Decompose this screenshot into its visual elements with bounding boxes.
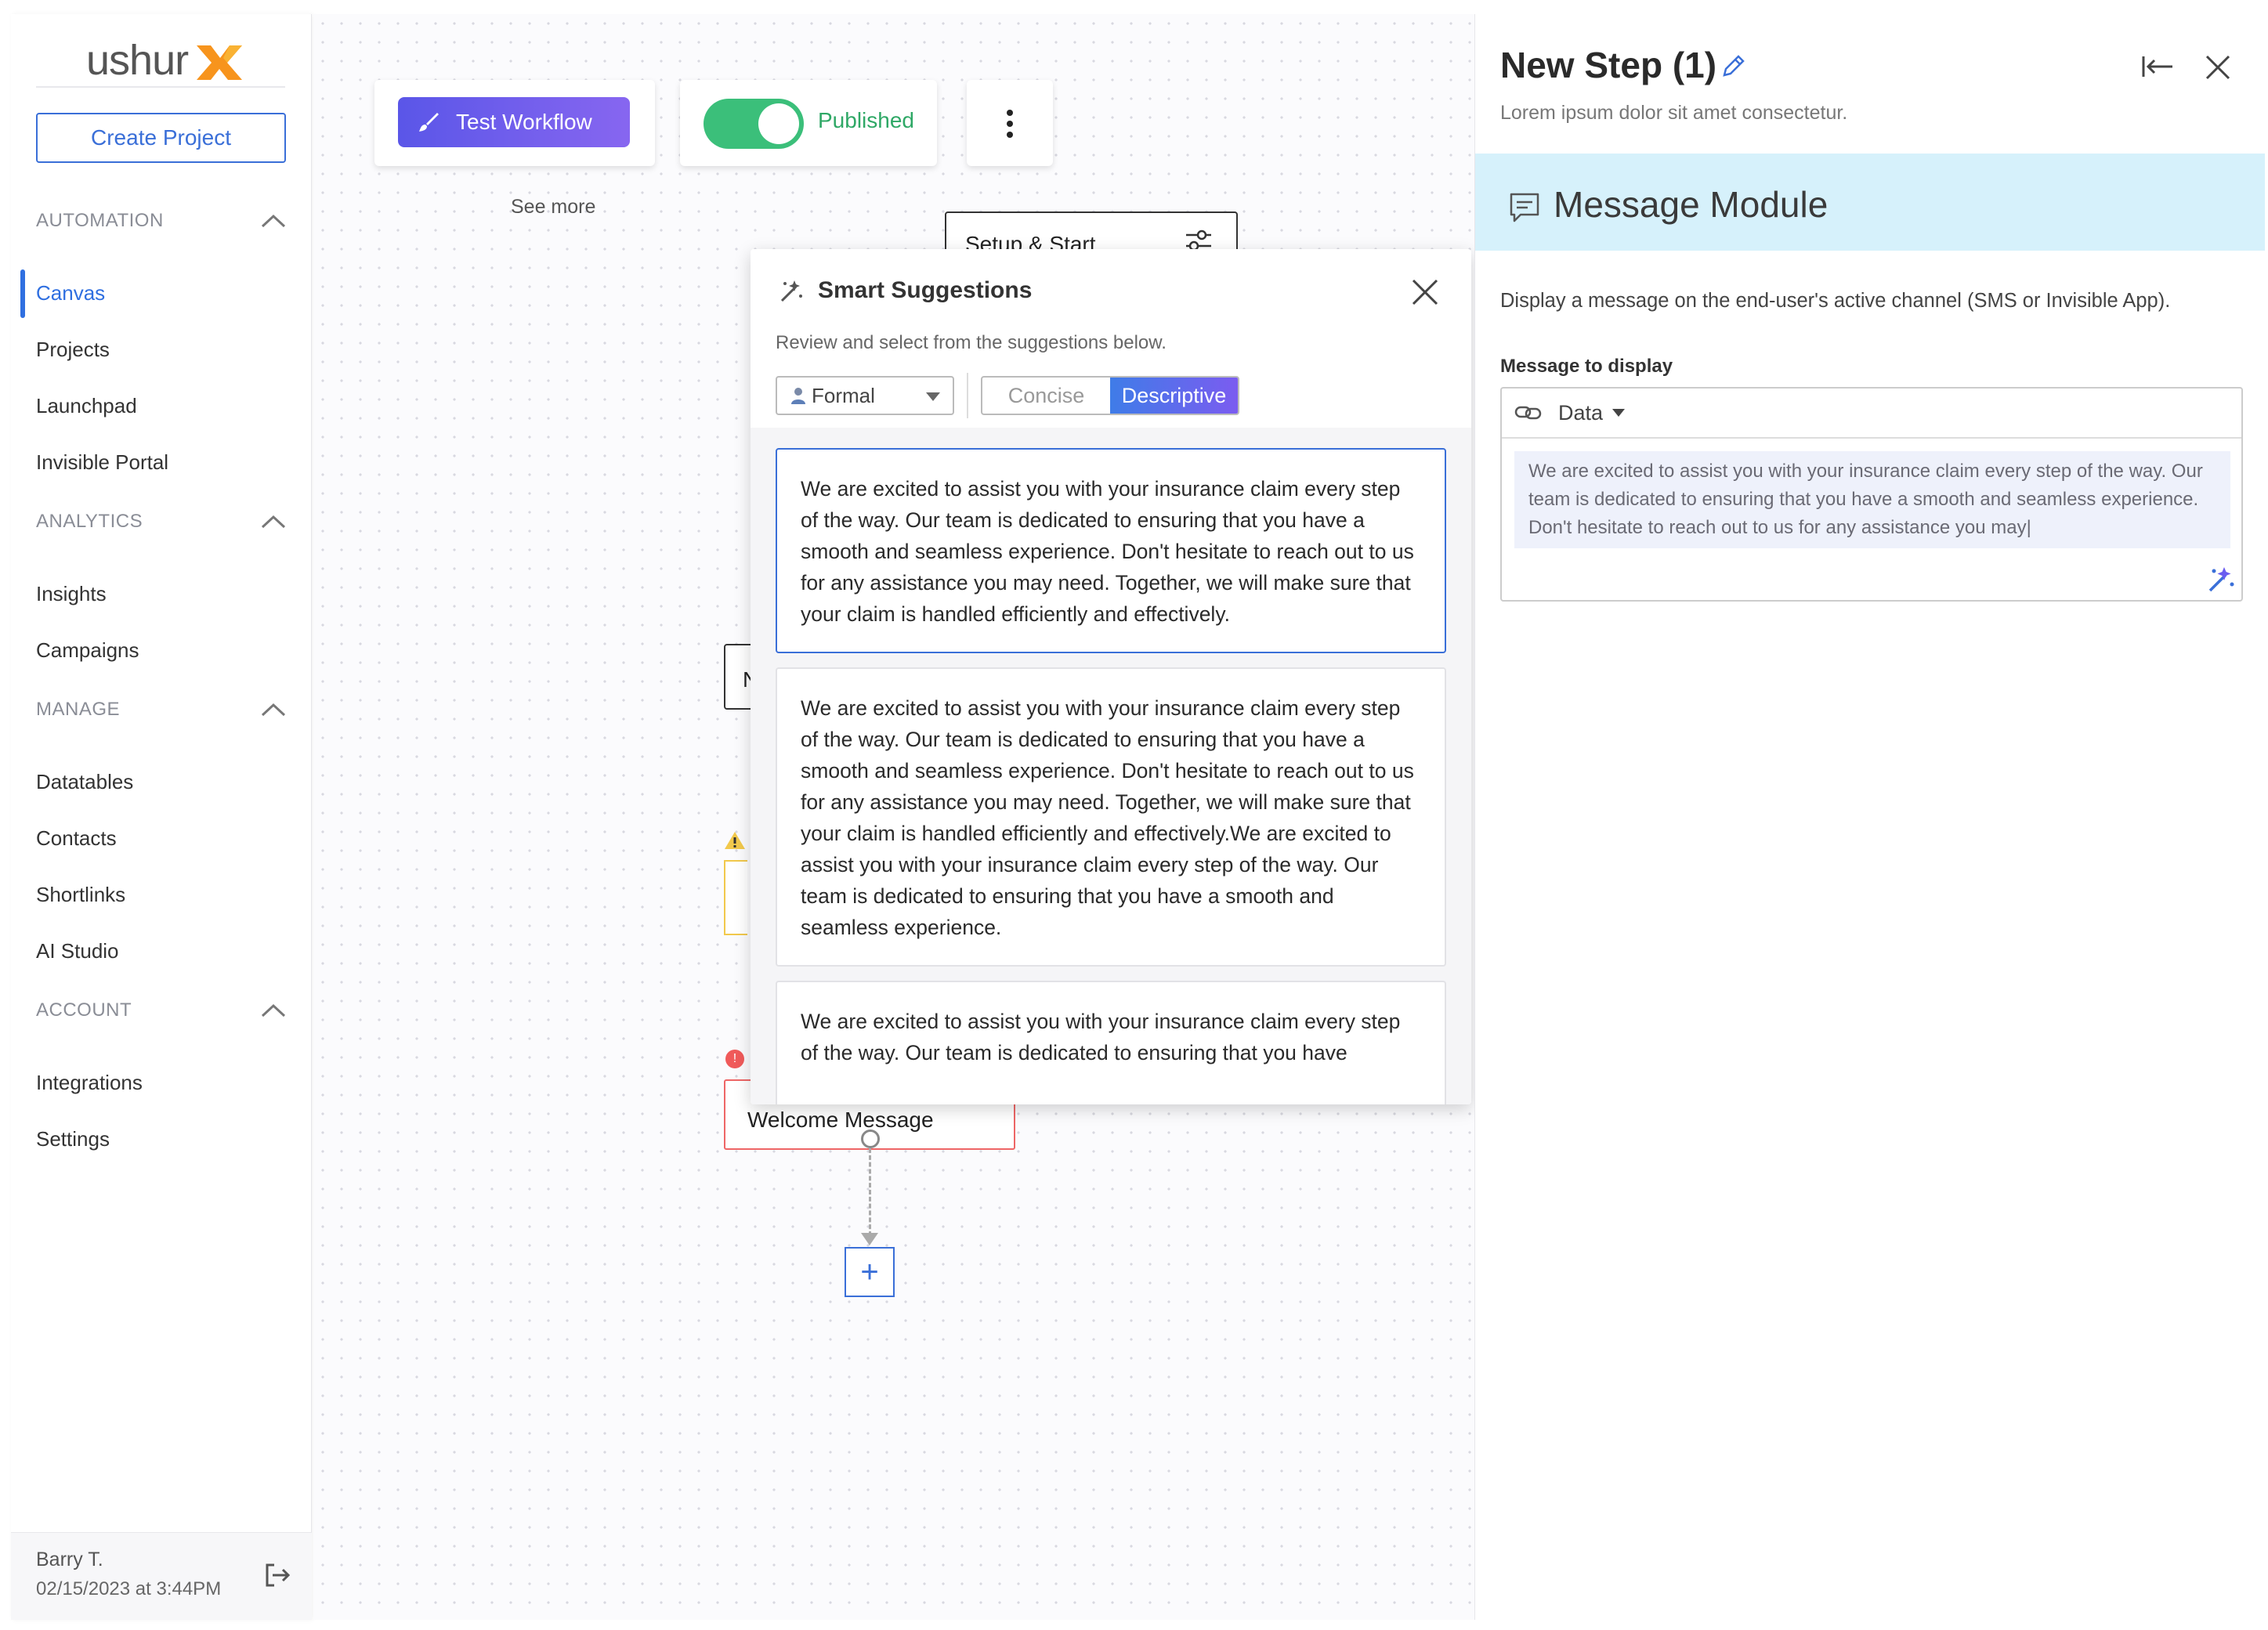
connector-line — [869, 1148, 871, 1236]
caret-down-icon — [1612, 409, 1626, 417]
warning-node[interactable] — [724, 860, 747, 935]
tone-select-value: Formal — [812, 383, 875, 407]
chevron-up-icon[interactable] — [260, 514, 287, 529]
sidebar-item-invisible-portal[interactable]: Invisible Portal — [36, 445, 295, 479]
test-workflow-card: Test Workflow — [374, 80, 655, 166]
close-icon[interactable] — [2204, 53, 2232, 81]
logout-icon[interactable] — [263, 1561, 291, 1589]
link-icon — [1514, 406, 1542, 420]
workflow-canvas[interactable]: Test Workflow Published See more Setup &… — [313, 14, 1474, 1620]
message-icon — [1510, 193, 1539, 222]
length-toggle: Concise Descriptive — [981, 376, 1239, 415]
toggle-knob — [758, 103, 799, 144]
smart-suggestions-subtitle: Review and select from the suggestions b… — [776, 332, 1167, 353]
sidebar-item-campaigns[interactable]: Campaigns — [36, 633, 295, 667]
logo-divider — [36, 86, 285, 88]
test-workflow-button[interactable]: Test Workflow — [398, 97, 630, 147]
magic-wand-icon[interactable] — [2207, 564, 2237, 594]
data-dropdown[interactable]: Data — [1558, 400, 1626, 425]
step-properties-panel: New Step (1) Lorem ipsum dolor sit amet … — [1474, 14, 2265, 1620]
suggestion-card[interactable]: We are excited to assist you with your i… — [776, 981, 1446, 1104]
connector-handle[interactable] — [861, 1129, 880, 1148]
collapse-panel-icon[interactable] — [2141, 53, 2174, 80]
more-options-card — [967, 80, 1053, 166]
brush-icon — [419, 113, 439, 132]
test-workflow-label: Test Workflow — [456, 110, 592, 134]
person-icon — [791, 388, 805, 404]
pencil-icon[interactable] — [1720, 53, 1746, 80]
data-dropdown-label: Data — [1558, 400, 1604, 425]
user-name: Barry T. — [36, 1549, 103, 1570]
sidebar-item-settings[interactable]: Settings — [36, 1122, 295, 1156]
module-header: Message Module — [1475, 154, 2265, 251]
module-info: Display a message on the end-user's acti… — [1500, 290, 2171, 312]
message-editor-toolbar: Data — [1502, 389, 2241, 439]
section-manage-header[interactable]: MANAGE — [36, 694, 287, 725]
section-title: ACCOUNT — [36, 999, 132, 1021]
section-title: ANALYTICS — [36, 511, 143, 532]
publish-card: Published — [680, 80, 937, 166]
ushur-logo: ushur — [86, 36, 282, 91]
section-title: MANAGE — [36, 699, 121, 720]
sidebar-item-contacts[interactable]: Contacts — [36, 821, 295, 855]
active-indicator — [20, 269, 25, 318]
create-project-button[interactable]: Create Project — [36, 113, 286, 163]
sidebar-item-ai-studio[interactable]: AI Studio — [36, 934, 295, 968]
chevron-up-icon[interactable] — [260, 702, 287, 717]
user-timestamp: 02/15/2023 at 3:44PM — [36, 1578, 222, 1599]
message-textarea[interactable]: We are excited to assist you with your i… — [1514, 451, 2230, 548]
sidebar: ushur Create Project AUTOMATION Canvas P… — [11, 14, 312, 1620]
logo-x-mark — [197, 45, 242, 80]
chevron-up-icon[interactable] — [260, 1003, 287, 1018]
concise-option[interactable]: Concise — [982, 378, 1110, 414]
sidebar-item-projects[interactable]: Projects — [36, 332, 295, 367]
sidebar-item-shortlinks[interactable]: Shortlinks — [36, 877, 295, 912]
sidebar-item-canvas[interactable]: Canvas — [36, 276, 295, 310]
suggestion-card[interactable]: We are excited to assist you with your i… — [776, 448, 1446, 653]
descriptive-option[interactable]: Descriptive — [1110, 378, 1238, 414]
smart-suggestions-panel: Smart Suggestions Review and select from… — [751, 249, 1471, 1104]
suggestion-card[interactable]: We are excited to assist you with your i… — [776, 667, 1446, 967]
module-title: Message Module — [1554, 184, 1829, 225]
published-label: Published — [818, 108, 914, 132]
published-toggle[interactable] — [704, 99, 804, 149]
section-title: AUTOMATION — [36, 210, 164, 231]
smart-suggestions-title: Smart Suggestions — [818, 277, 1033, 303]
warning-icon — [725, 832, 745, 849]
caret-down-icon — [926, 392, 940, 401]
section-automation-header[interactable]: AUTOMATION — [36, 205, 287, 237]
more-vertical-icon[interactable] — [1004, 108, 1016, 139]
section-account-header[interactable]: ACCOUNT — [36, 995, 287, 1026]
sidebar-item-datatables[interactable]: Datatables — [36, 764, 295, 799]
sidebar-item-integrations[interactable]: Integrations — [36, 1065, 295, 1100]
chevron-up-icon[interactable] — [260, 213, 287, 229]
sidebar-item-insights[interactable]: Insights — [36, 576, 295, 611]
suggestions-list[interactable]: We are excited to assist you with your i… — [751, 428, 1471, 1104]
message-field-label: Message to display — [1500, 356, 1673, 377]
add-step-button[interactable]: + — [845, 1247, 895, 1297]
step-title: New Step (1) — [1500, 45, 1717, 85]
tone-select[interactable]: Formal — [776, 376, 954, 415]
sidebar-item-launchpad[interactable]: Launchpad — [36, 389, 295, 423]
magic-wand-icon — [780, 280, 802, 302]
smart-suggestions-header: Smart Suggestions — [779, 277, 1032, 304]
message-editor: Data We are excited to assist you with y… — [1500, 387, 2243, 602]
welcome-message-label: Welcome Message — [747, 1108, 934, 1132]
step-description: Lorem ipsum dolor sit amet consectetur. — [1500, 102, 1848, 124]
see-more-link[interactable]: See more — [511, 196, 595, 219]
error-icon: ! — [725, 1050, 744, 1068]
sidebar-footer: Barry T. 02/15/2023 at 3:44PM — [11, 1532, 312, 1620]
toolbar-divider — [967, 373, 968, 418]
section-analytics-header[interactable]: ANALYTICS — [36, 506, 287, 537]
connector-arrow — [861, 1233, 878, 1245]
close-icon[interactable] — [1410, 277, 1440, 307]
